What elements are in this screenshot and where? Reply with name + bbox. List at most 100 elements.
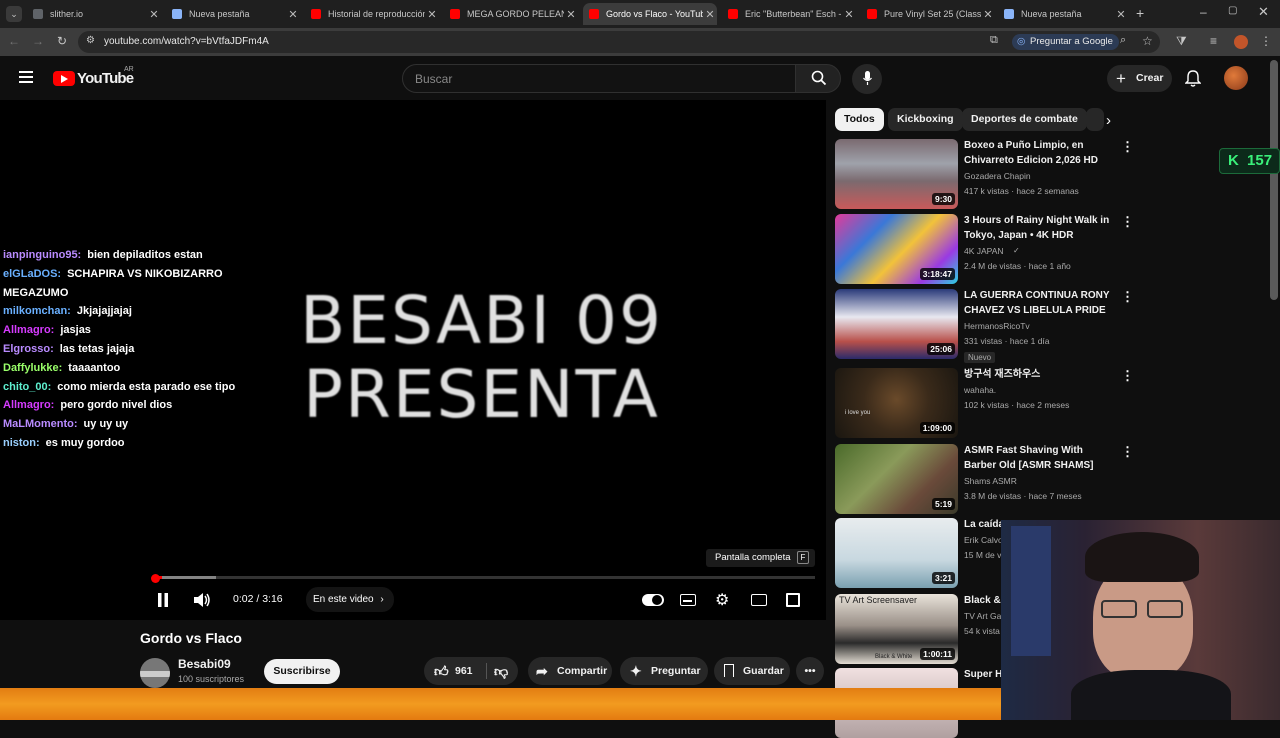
video-thumbnail[interactable]: 5:19 xyxy=(835,444,958,514)
related-video-card[interactable]: 25:06 LA GUERRA CONTINUA RONY CHAVEZ VS L… xyxy=(835,289,1135,363)
progress-bar[interactable] xyxy=(155,576,815,579)
ask-google-button[interactable]: ◎ Preguntar a Google xyxy=(1012,34,1119,50)
close-window-button[interactable]: ✕ xyxy=(1258,4,1269,20)
filter-chip-partial[interactable] xyxy=(1086,108,1104,131)
related-video-title[interactable]: 3 Hours of Rainy Night Walk in Tokyo, Ja… xyxy=(964,214,1114,243)
menu-icon[interactable] xyxy=(19,71,33,83)
filter-chip[interactable]: Deportes de combate xyxy=(962,108,1087,131)
media-control-icon[interactable]: ≡ xyxy=(1210,34,1217,48)
autoplay-toggle[interactable] xyxy=(642,594,664,606)
browser-tab[interactable]: slither.io ✕ xyxy=(27,3,161,25)
tab-close-icon[interactable]: ✕ xyxy=(147,8,161,21)
video-thumbnail[interactable]: 3:18:47 xyxy=(835,214,958,284)
like-dislike-group: 👍︎ 961 👎︎ xyxy=(424,657,518,685)
browser-tab[interactable]: Nueva pestaña ✕ xyxy=(166,3,300,25)
thumbs-down-icon: 👎︎ xyxy=(494,663,509,679)
fullscreen-icon[interactable] xyxy=(786,593,800,607)
tab-close-icon[interactable]: ✕ xyxy=(1114,8,1128,21)
video-thumbnail[interactable]: 9:30 xyxy=(835,139,958,209)
share-button[interactable]: ➦ Compartir xyxy=(528,657,612,685)
browser-tab[interactable]: Pure Vinyl Set 25 (Classic ✕ xyxy=(861,3,995,25)
video-thumbnail[interactable]: 3:21 xyxy=(835,518,958,588)
like-button[interactable]: 👍︎ 961 xyxy=(424,657,486,685)
browser-tab[interactable]: Eric "Butterbean" Esch - L ✕ xyxy=(722,3,856,25)
channel-avatar[interactable] xyxy=(140,658,170,688)
related-video-channel[interactable]: wahaha. xyxy=(964,385,996,395)
related-video-channel[interactable]: Gozadera Chapin xyxy=(964,171,1031,181)
tab-close-icon[interactable]: ✕ xyxy=(703,8,717,21)
dislike-button[interactable]: 👎︎ xyxy=(488,657,518,685)
voice-search-button[interactable] xyxy=(852,64,882,94)
browser-tab[interactable]: Historial de reproducción ✕ xyxy=(305,3,439,25)
more-options-icon[interactable]: ⋮ xyxy=(1121,369,1134,382)
browser-tab[interactable]: Gordo vs Flaco - YouTube ✕ xyxy=(583,3,717,25)
more-options-icon[interactable]: ⋮ xyxy=(1121,290,1134,303)
related-video-card[interactable]: 5:19 ASMR Fast Shaving With Barber Old [A… xyxy=(835,444,1135,514)
subscribe-button[interactable]: Suscribirse xyxy=(264,659,340,684)
subtitles-icon[interactable] xyxy=(680,594,696,606)
video-thumbnail[interactable]: i love you 1:09:00 xyxy=(835,368,958,438)
share-icon: ➦ xyxy=(536,663,548,679)
tab-search-icon[interactable]: ⌄ xyxy=(6,6,22,22)
related-video-channel[interactable]: Erik Calvo xyxy=(964,535,1003,545)
more-actions-button[interactable]: ••• xyxy=(796,657,824,685)
filter-chip[interactable]: Todos xyxy=(835,108,884,131)
page-scrollbar[interactable] xyxy=(1270,60,1278,300)
tab-close-icon[interactable]: ✕ xyxy=(286,8,300,21)
scrubber-handle[interactable] xyxy=(151,574,160,583)
profile-avatar-icon[interactable] xyxy=(1234,35,1248,49)
related-video-channel[interactable]: 4K JAPAN xyxy=(964,246,1004,256)
filter-chip[interactable]: Kickboxing xyxy=(888,108,963,131)
save-button[interactable]: Guardar xyxy=(714,657,790,685)
search-button[interactable] xyxy=(795,64,841,93)
minimize-button[interactable]: – xyxy=(1200,5,1207,19)
create-button[interactable]: + Crear xyxy=(1107,65,1172,92)
pause-button[interactable] xyxy=(157,593,169,610)
zoom-icon[interactable]: ⌕ xyxy=(1120,34,1126,47)
related-video-channel[interactable]: HermanosRicoTv xyxy=(964,321,1030,331)
maximize-button[interactable]: ▢ xyxy=(1228,5,1237,16)
url-box[interactable]: ⚙ youtube.com/watch?v=bVtfaJDFm4A ⧉ ◎ Pr… xyxy=(78,31,1160,53)
tab-close-icon[interactable]: ✕ xyxy=(564,8,578,21)
install-icon[interactable]: ⧉ xyxy=(990,34,998,47)
ask-button[interactable]: ✦ Preguntar xyxy=(620,657,708,685)
related-video-card[interactable]: 3:18:47 3 Hours of Rainy Night Walk in To… xyxy=(835,214,1135,284)
video-thumbnail[interactable]: 25:06 xyxy=(835,289,958,359)
related-video-title[interactable]: ASMR Fast Shaving With Barber Old [ASMR … xyxy=(964,444,1114,473)
search-input[interactable]: Buscar xyxy=(402,64,796,93)
related-video-card[interactable]: 9:30 Boxeo a Puño Limpio, en Chivarreto E… xyxy=(835,139,1135,209)
site-info-icon[interactable]: ⚙ xyxy=(86,35,95,46)
chapters-button[interactable]: En este video › xyxy=(306,587,394,612)
tab-close-icon[interactable]: ✕ xyxy=(425,8,439,21)
bookmark-star-icon[interactable]: ☆ xyxy=(1142,34,1153,48)
account-avatar[interactable] xyxy=(1224,66,1248,90)
extensions-icon[interactable]: ⧩ xyxy=(1176,34,1187,49)
notifications-bell-icon[interactable] xyxy=(1184,70,1202,93)
back-icon[interactable]: ← xyxy=(8,34,20,48)
miniplayer-icon[interactable] xyxy=(751,594,767,606)
forward-icon[interactable]: → xyxy=(32,34,44,48)
volume-button[interactable] xyxy=(193,592,211,611)
more-options-icon[interactable]: ⋮ xyxy=(1121,215,1134,228)
url-text[interactable]: youtube.com/watch?v=bVtfaJDFm4A xyxy=(104,36,269,47)
reload-icon[interactable]: ↻ xyxy=(57,34,67,48)
related-video-card[interactable]: i love you 1:09:00 방구석 재즈하우스 wahaha. 102 k v… xyxy=(835,368,1135,438)
more-options-icon[interactable]: ⋮ xyxy=(1121,140,1134,153)
related-video-channel[interactable]: TV Art Ga xyxy=(964,611,1001,621)
browser-menu-icon[interactable]: ⋮ xyxy=(1260,34,1272,48)
video-thumbnail[interactable]: TV Art Screensaver Black & White 1:00:11 xyxy=(835,594,958,664)
related-video-title[interactable]: Boxeo a Puño Limpio, en Chivarreto Edici… xyxy=(964,139,1114,168)
tab-close-icon[interactable]: ✕ xyxy=(981,8,995,21)
related-video-title[interactable]: 방구석 재즈하우스 xyxy=(964,368,1114,383)
browser-tab[interactable]: Nueva pestaña ✕ xyxy=(998,3,1128,25)
new-tab-button[interactable]: + xyxy=(1136,5,1144,21)
video-player[interactable]: ianpinguino95: bien depiladitos estan elGL… xyxy=(0,100,826,620)
more-options-icon[interactable]: ⋮ xyxy=(1121,445,1134,458)
related-video-channel[interactable]: Shams ASMR xyxy=(964,476,1017,486)
channel-name[interactable]: Besabi09 xyxy=(178,657,231,671)
chips-next-chevron-icon[interactable]: › xyxy=(1106,112,1111,129)
browser-tab[interactable]: MEGA GORDO PELEANDO✕ xyxy=(444,3,578,25)
related-video-title[interactable]: LA GUERRA CONTINUA RONY CHAVEZ VS LIBELU… xyxy=(964,289,1114,318)
settings-gear-icon[interactable]: ⚙ xyxy=(715,590,729,610)
tab-close-icon[interactable]: ✕ xyxy=(842,8,856,21)
